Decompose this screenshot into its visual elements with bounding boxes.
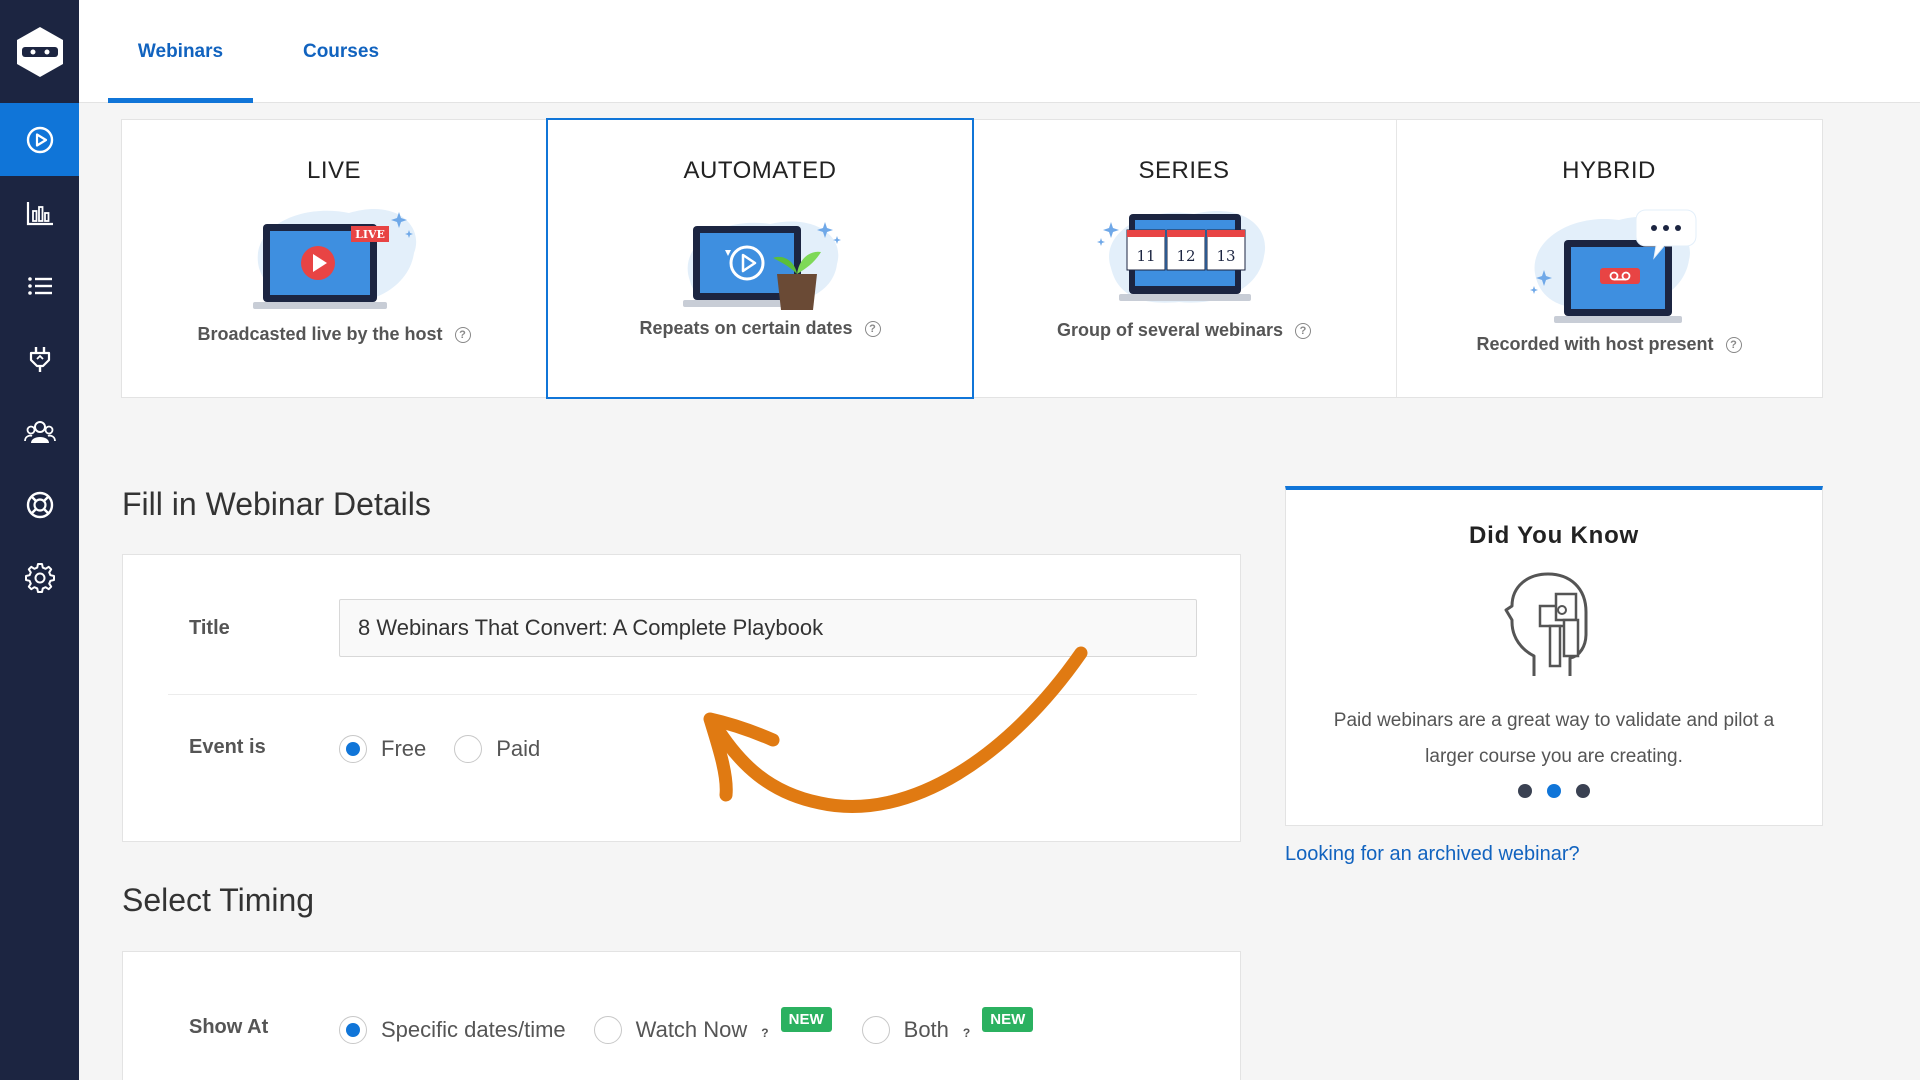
sidebar-item-list[interactable] [0,249,79,322]
carousel-dots [1286,784,1822,798]
card-title: SERIES [1138,157,1230,184]
new-badge: NEW [780,1006,832,1032]
radio-circle [454,735,483,763]
play-circle-icon [26,126,53,153]
calendar-date: 12 [1176,247,1195,265]
tab-courses-label: Courses [302,40,380,62]
top-bar: Webinars Courses [79,0,1920,103]
card-description-text: Recorded with host present [1476,334,1714,354]
title-label: Title [189,617,230,639]
card-description: Group of several webinars ? [972,320,1396,341]
card-title: HYBRID [1562,157,1656,184]
show-at-both-radio[interactable]: Both ? NEW [861,1006,1034,1044]
annotation-arrow-icon [703,646,1088,813]
tab-courses[interactable]: Courses [280,0,402,103]
help-icon[interactable]: ? [1295,322,1312,339]
carousel-dot[interactable] [1576,784,1590,798]
webinar-type-automated[interactable]: AUTOMATED Repeats on certain dates ? [546,118,974,399]
did-you-know-title: Did You Know [1468,522,1640,549]
carousel-dot[interactable] [1518,784,1532,798]
webinar-type-series[interactable]: SERIES 11 12 13 Group of several webinar… [972,120,1396,397]
plug-icon [29,346,50,372]
automated-replay-icon [683,221,841,310]
card-description: Repeats on certain dates ? [548,318,972,339]
lifebuoy-icon [26,491,53,518]
new-badge: NEW [982,1006,1034,1032]
radio-circle [593,1016,622,1044]
sidebar-item-webinars[interactable] [0,103,79,176]
show-at-specific-radio[interactable]: Specific dates/time [339,1016,566,1044]
card-description-text: Repeats on certain dates [639,318,853,338]
did-you-know-text: Paid webinars are a great way to validat… [1333,710,1775,767]
archived-webinar-link[interactable]: Looking for an archived webinar? [1285,843,1580,866]
event-free-radio[interactable]: Free [339,735,426,763]
sidebar-item-support[interactable] [0,468,79,541]
list-icon [27,276,52,295]
radio-label: Free [381,736,427,761]
gear-icon [24,562,55,593]
radio-circle [339,1016,367,1044]
live-broadcast-icon: LIVE [253,208,417,309]
radio-circle [339,735,367,763]
radio-label: Paid [496,736,541,761]
radio-label: Both [903,1017,949,1042]
sidebar-item-settings[interactable] [0,541,79,614]
radio-label: Specific dates/time [381,1017,566,1042]
tab-webinars[interactable]: Webinars [108,0,253,103]
radio-circle [861,1016,890,1044]
sidebar-item-analytics[interactable] [0,176,79,249]
sidebar-item-integrations[interactable] [0,322,79,395]
hybrid-recording-icon [1530,209,1697,323]
details-heading: Fill in Webinar Details [122,486,431,522]
app-logo[interactable] [0,0,79,103]
card-title: AUTOMATED [683,157,837,184]
webinar-type-hybrid[interactable]: HYBRID Recorded with host present ? [1397,120,1821,397]
timing-panel: Show At Specific dates/time Watch Now ? … [122,951,1241,1080]
ninja-logo-icon [16,26,63,77]
help-icon[interactable]: ? [454,326,471,343]
users-icon [23,420,56,443]
calendar-date: 11 [1136,247,1155,265]
help-icon[interactable]: ? [963,1026,970,1040]
card-description: Recorded with host present ? [1397,334,1821,355]
live-badge: LIVE [355,228,385,241]
card-description-text: Group of several webinars [1056,320,1284,340]
help-icon[interactable]: ? [761,1026,768,1040]
help-icon[interactable]: ? [864,320,881,337]
tab-webinars-label: Webinars [137,40,224,62]
show-at-radio-group: Specific dates/time Watch Now ? NEW Both… [339,1006,1061,1044]
help-icon[interactable]: ? [1725,336,1742,353]
sidebar [0,0,79,1080]
timing-heading: Select Timing [122,882,315,918]
carousel-dot-active[interactable] [1547,784,1561,798]
series-calendar-icon: 11 12 13 [1097,210,1266,303]
bar-chart-icon [26,201,53,225]
webinar-type-live[interactable]: LIVE LIVE Broadcasted live by the host ? [122,120,546,397]
card-title: LIVE [306,157,362,184]
event-paid-radio[interactable]: Paid [454,735,540,763]
event-type-radio-group: Free Paid [339,735,568,763]
event-type-label: Event is [189,736,266,758]
card-description-text: Broadcasted live by the host [197,324,443,344]
calendar-date: 13 [1216,247,1235,265]
show-at-watch-now-radio[interactable]: Watch Now ? NEW [593,1006,832,1044]
sidebar-item-attendees[interactable] [0,395,79,468]
did-you-know-panel: Did You Know Paid webinars are a great w… [1285,486,1823,826]
show-at-label: Show At [189,1016,269,1038]
card-description: Broadcasted live by the host ? [122,324,546,345]
radio-label: Watch Now [635,1017,748,1042]
head-puzzle-icon [1504,572,1588,676]
webinar-type-selector: LIVE LIVE Broadcasted live by the host ?… [121,118,1823,399]
